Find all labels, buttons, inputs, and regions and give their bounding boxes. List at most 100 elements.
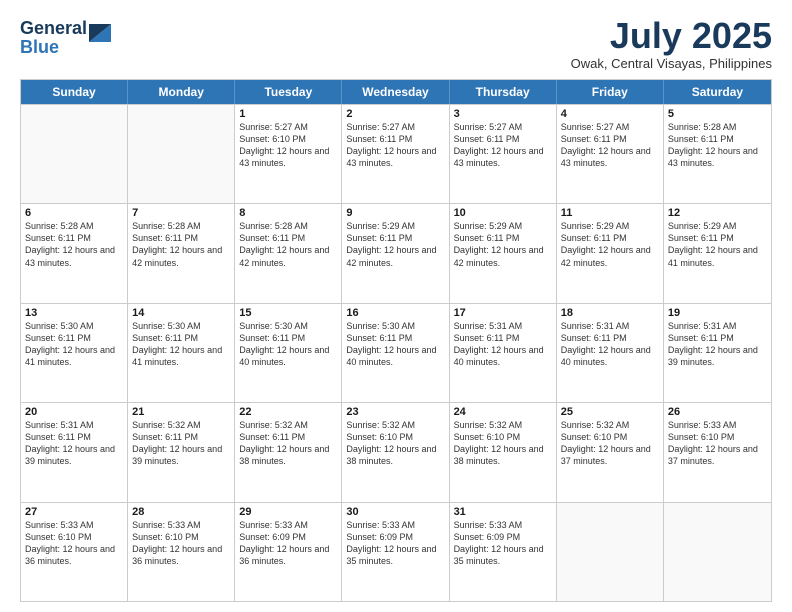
calendar-row-0: 1Sunrise: 5:27 AM Sunset: 6:10 PM Daylig… <box>21 104 771 203</box>
day-number: 2 <box>346 108 444 120</box>
location: Owak, Central Visayas, Philippines <box>571 56 772 71</box>
calendar-cell-28: 28Sunrise: 5:33 AM Sunset: 6:10 PM Dayli… <box>128 503 235 601</box>
calendar-cell-10: 10Sunrise: 5:29 AM Sunset: 6:11 PM Dayli… <box>450 204 557 302</box>
calendar-cell-3: 3Sunrise: 5:27 AM Sunset: 6:11 PM Daylig… <box>450 105 557 203</box>
cell-text: Sunrise: 5:33 AM Sunset: 6:10 PM Dayligh… <box>25 519 123 568</box>
calendar-cell-27: 27Sunrise: 5:33 AM Sunset: 6:10 PM Dayli… <box>21 503 128 601</box>
cell-text: Sunrise: 5:33 AM Sunset: 6:09 PM Dayligh… <box>346 519 444 568</box>
calendar-cell-21: 21Sunrise: 5:32 AM Sunset: 6:11 PM Dayli… <box>128 403 235 501</box>
calendar-cell-23: 23Sunrise: 5:32 AM Sunset: 6:10 PM Dayli… <box>342 403 449 501</box>
day-number: 9 <box>346 207 444 219</box>
calendar-cell-6: 6Sunrise: 5:28 AM Sunset: 6:11 PM Daylig… <box>21 204 128 302</box>
calendar-cell-15: 15Sunrise: 5:30 AM Sunset: 6:11 PM Dayli… <box>235 304 342 402</box>
calendar-cell-4: 4Sunrise: 5:27 AM Sunset: 6:11 PM Daylig… <box>557 105 664 203</box>
day-number: 30 <box>346 506 444 518</box>
day-number: 22 <box>239 406 337 418</box>
calendar-cell-25: 25Sunrise: 5:32 AM Sunset: 6:10 PM Dayli… <box>557 403 664 501</box>
calendar-cell-13: 13Sunrise: 5:30 AM Sunset: 6:11 PM Dayli… <box>21 304 128 402</box>
day-number: 4 <box>561 108 659 120</box>
day-number: 8 <box>239 207 337 219</box>
calendar-cell-16: 16Sunrise: 5:30 AM Sunset: 6:11 PM Dayli… <box>342 304 449 402</box>
calendar-cell-empty <box>664 503 771 601</box>
calendar-cell-11: 11Sunrise: 5:29 AM Sunset: 6:11 PM Dayli… <box>557 204 664 302</box>
calendar-row-3: 20Sunrise: 5:31 AM Sunset: 6:11 PM Dayli… <box>21 402 771 501</box>
month-title: July 2025 <box>571 16 772 56</box>
cell-text: Sunrise: 5:28 AM Sunset: 6:11 PM Dayligh… <box>239 220 337 269</box>
title-block: July 2025 Owak, Central Visayas, Philipp… <box>571 16 772 71</box>
cell-text: Sunrise: 5:32 AM Sunset: 6:11 PM Dayligh… <box>132 419 230 468</box>
day-number: 11 <box>561 207 659 219</box>
calendar-body: 1Sunrise: 5:27 AM Sunset: 6:10 PM Daylig… <box>21 104 771 601</box>
calendar-cell-12: 12Sunrise: 5:29 AM Sunset: 6:11 PM Dayli… <box>664 204 771 302</box>
cell-text: Sunrise: 5:27 AM Sunset: 6:11 PM Dayligh… <box>454 121 552 170</box>
calendar-cell-24: 24Sunrise: 5:32 AM Sunset: 6:10 PM Dayli… <box>450 403 557 501</box>
cell-text: Sunrise: 5:31 AM Sunset: 6:11 PM Dayligh… <box>25 419 123 468</box>
page: General Blue July 2025 Owak, Central Vis… <box>0 0 792 612</box>
day-number: 21 <box>132 406 230 418</box>
calendar-cell-29: 29Sunrise: 5:33 AM Sunset: 6:09 PM Dayli… <box>235 503 342 601</box>
day-number: 28 <box>132 506 230 518</box>
calendar-cell-19: 19Sunrise: 5:31 AM Sunset: 6:11 PM Dayli… <box>664 304 771 402</box>
cell-text: Sunrise: 5:32 AM Sunset: 6:10 PM Dayligh… <box>346 419 444 468</box>
calendar-cell-14: 14Sunrise: 5:30 AM Sunset: 6:11 PM Dayli… <box>128 304 235 402</box>
cell-text: Sunrise: 5:29 AM Sunset: 6:11 PM Dayligh… <box>561 220 659 269</box>
calendar-cell-31: 31Sunrise: 5:33 AM Sunset: 6:09 PM Dayli… <box>450 503 557 601</box>
day-number: 16 <box>346 307 444 319</box>
header-day-sunday: Sunday <box>21 80 128 104</box>
calendar-cell-7: 7Sunrise: 5:28 AM Sunset: 6:11 PM Daylig… <box>128 204 235 302</box>
header-day-thursday: Thursday <box>450 80 557 104</box>
day-number: 14 <box>132 307 230 319</box>
day-number: 10 <box>454 207 552 219</box>
calendar-cell-8: 8Sunrise: 5:28 AM Sunset: 6:11 PM Daylig… <box>235 204 342 302</box>
calendar-cell-9: 9Sunrise: 5:29 AM Sunset: 6:11 PM Daylig… <box>342 204 449 302</box>
cell-text: Sunrise: 5:33 AM Sunset: 6:09 PM Dayligh… <box>454 519 552 568</box>
cell-text: Sunrise: 5:30 AM Sunset: 6:11 PM Dayligh… <box>239 320 337 369</box>
calendar-cell-17: 17Sunrise: 5:31 AM Sunset: 6:11 PM Dayli… <box>450 304 557 402</box>
cell-text: Sunrise: 5:27 AM Sunset: 6:10 PM Dayligh… <box>239 121 337 170</box>
cell-text: Sunrise: 5:27 AM Sunset: 6:11 PM Dayligh… <box>346 121 444 170</box>
logo-text-blue: Blue <box>20 38 59 58</box>
day-number: 19 <box>668 307 767 319</box>
cell-text: Sunrise: 5:33 AM Sunset: 6:10 PM Dayligh… <box>132 519 230 568</box>
cell-text: Sunrise: 5:28 AM Sunset: 6:11 PM Dayligh… <box>25 220 123 269</box>
cell-text: Sunrise: 5:31 AM Sunset: 6:11 PM Dayligh… <box>561 320 659 369</box>
calendar-cell-18: 18Sunrise: 5:31 AM Sunset: 6:11 PM Dayli… <box>557 304 664 402</box>
header-day-wednesday: Wednesday <box>342 80 449 104</box>
day-number: 23 <box>346 406 444 418</box>
calendar-cell-22: 22Sunrise: 5:32 AM Sunset: 6:11 PM Dayli… <box>235 403 342 501</box>
day-number: 24 <box>454 406 552 418</box>
day-number: 31 <box>454 506 552 518</box>
header-day-friday: Friday <box>557 80 664 104</box>
cell-text: Sunrise: 5:30 AM Sunset: 6:11 PM Dayligh… <box>346 320 444 369</box>
cell-text: Sunrise: 5:28 AM Sunset: 6:11 PM Dayligh… <box>132 220 230 269</box>
day-number: 20 <box>25 406 123 418</box>
day-number: 26 <box>668 406 767 418</box>
calendar-cell-26: 26Sunrise: 5:33 AM Sunset: 6:10 PM Dayli… <box>664 403 771 501</box>
cell-text: Sunrise: 5:32 AM Sunset: 6:10 PM Dayligh… <box>561 419 659 468</box>
day-number: 12 <box>668 207 767 219</box>
calendar-cell-1: 1Sunrise: 5:27 AM Sunset: 6:10 PM Daylig… <box>235 105 342 203</box>
calendar-cell-2: 2Sunrise: 5:27 AM Sunset: 6:11 PM Daylig… <box>342 105 449 203</box>
header-day-monday: Monday <box>128 80 235 104</box>
calendar-cell-20: 20Sunrise: 5:31 AM Sunset: 6:11 PM Dayli… <box>21 403 128 501</box>
cell-text: Sunrise: 5:31 AM Sunset: 6:11 PM Dayligh… <box>454 320 552 369</box>
calendar-row-1: 6Sunrise: 5:28 AM Sunset: 6:11 PM Daylig… <box>21 203 771 302</box>
cell-text: Sunrise: 5:32 AM Sunset: 6:10 PM Dayligh… <box>454 419 552 468</box>
logo: General Blue <box>20 16 111 58</box>
cell-text: Sunrise: 5:33 AM Sunset: 6:10 PM Dayligh… <box>668 419 767 468</box>
calendar-cell-30: 30Sunrise: 5:33 AM Sunset: 6:09 PM Dayli… <box>342 503 449 601</box>
day-number: 1 <box>239 108 337 120</box>
cell-text: Sunrise: 5:30 AM Sunset: 6:11 PM Dayligh… <box>25 320 123 369</box>
header-day-saturday: Saturday <box>664 80 771 104</box>
logo-text-general: General <box>20 19 87 39</box>
cell-text: Sunrise: 5:31 AM Sunset: 6:11 PM Dayligh… <box>668 320 767 369</box>
day-number: 18 <box>561 307 659 319</box>
cell-text: Sunrise: 5:33 AM Sunset: 6:09 PM Dayligh… <box>239 519 337 568</box>
cell-text: Sunrise: 5:29 AM Sunset: 6:11 PM Dayligh… <box>346 220 444 269</box>
day-number: 5 <box>668 108 767 120</box>
day-number: 29 <box>239 506 337 518</box>
day-number: 7 <box>132 207 230 219</box>
calendar: SundayMondayTuesdayWednesdayThursdayFrid… <box>20 79 772 602</box>
calendar-row-4: 27Sunrise: 5:33 AM Sunset: 6:10 PM Dayli… <box>21 502 771 601</box>
day-number: 17 <box>454 307 552 319</box>
